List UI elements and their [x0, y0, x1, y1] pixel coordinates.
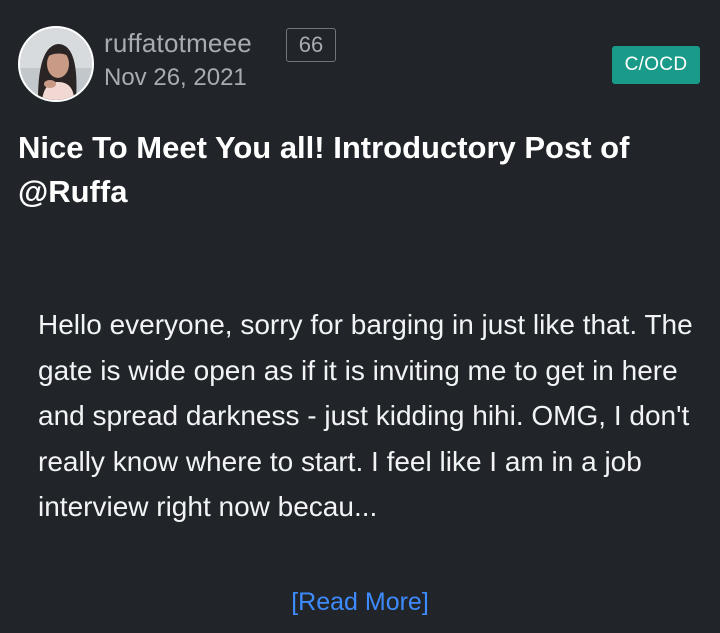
author-avatar[interactable]	[18, 26, 94, 102]
reputation-badge: 66	[286, 28, 336, 62]
avatar-photo-icon	[20, 28, 92, 100]
post-date: Nov 26, 2021	[104, 64, 247, 91]
post-header: ruffatotmeee 66 Nov 26, 2021 C/OCD	[18, 26, 702, 102]
post-excerpt: Hello everyone, sorry for barging in jus…	[38, 309, 693, 522]
author-username[interactable]: ruffatotmeee	[104, 28, 252, 59]
post-title[interactable]: Nice To Meet You all! Introductory Post …	[18, 126, 698, 214]
read-more-link[interactable]: [Read More]	[0, 588, 720, 617]
post-card: ruffatotmeee 66 Nov 26, 2021 C/OCD Nice …	[0, 0, 720, 633]
community-tag[interactable]: C/OCD	[612, 46, 700, 84]
